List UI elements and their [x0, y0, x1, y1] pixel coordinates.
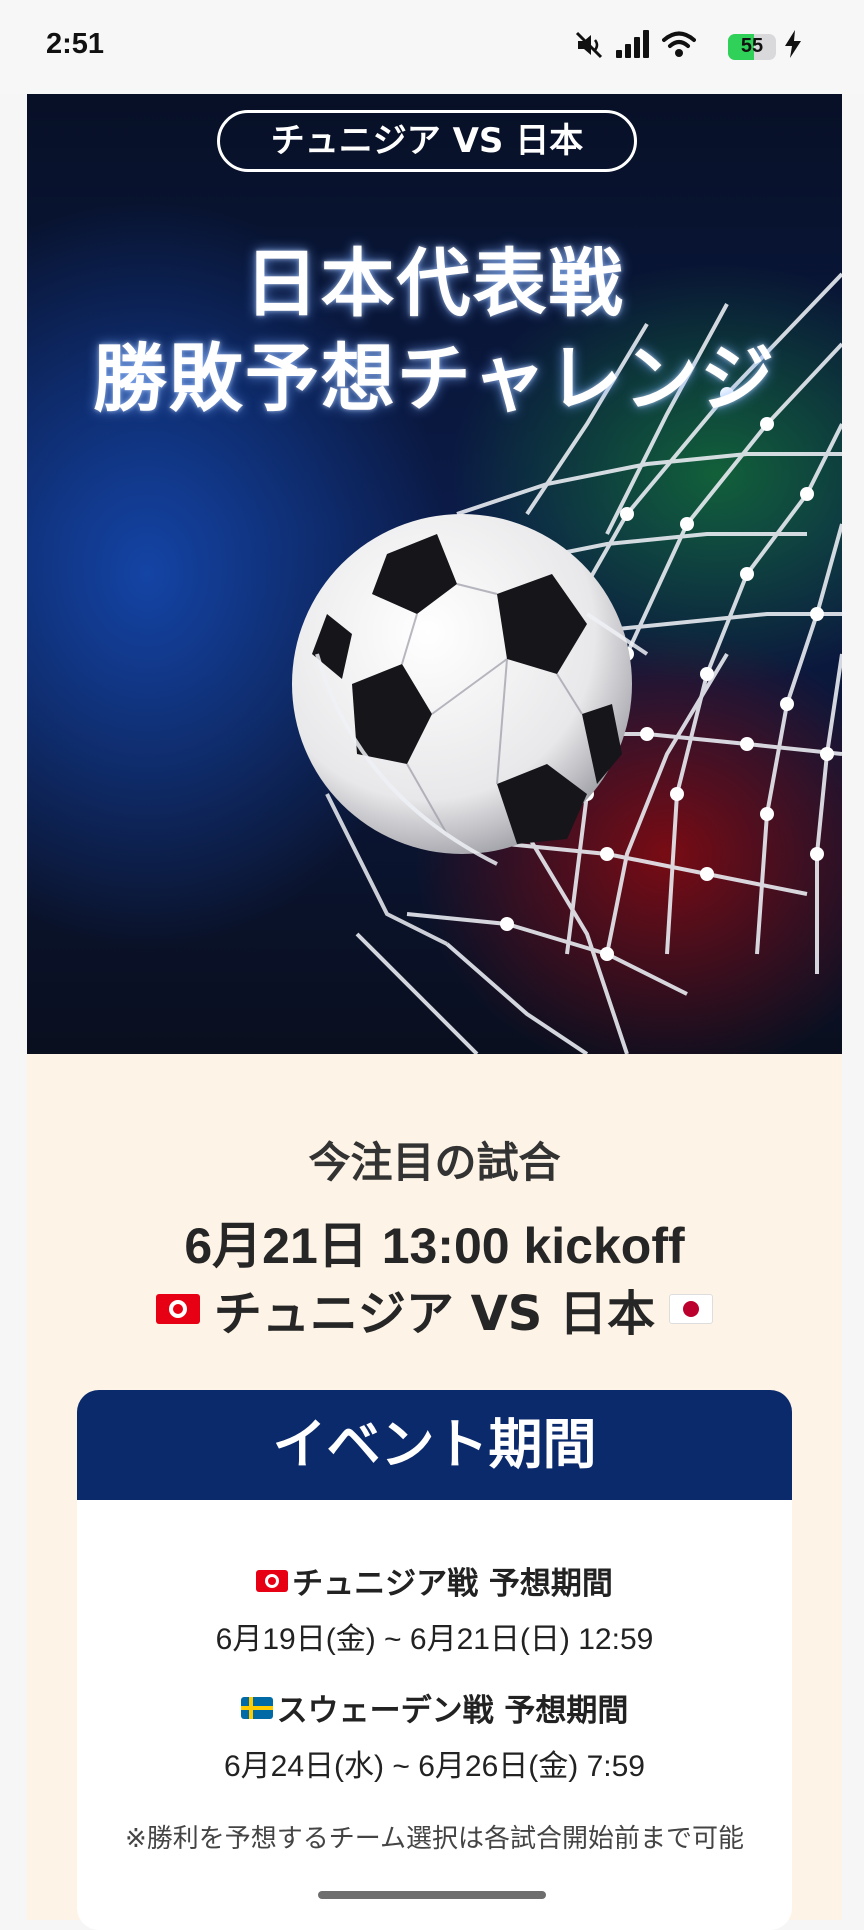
- matchup-text: チュニジア VS 日本: [213, 1286, 656, 1342]
- status-time: 2:51: [46, 28, 105, 60]
- sweden-flag-icon: [240, 1696, 273, 1719]
- period-title-text: チュニジア戦 予想期間: [292, 1566, 613, 1602]
- status-bar: 2:51 55: [0, 0, 864, 94]
- period-range-sweden: 6月24日(水) ~ 6月26日(金) 7:59: [224, 1750, 645, 1783]
- tunisia-flag-icon: [256, 1569, 289, 1592]
- featured-match-heading: 今注目の試合: [308, 1138, 561, 1187]
- kickoff-time: 6月21日 13:00 kickoff: [184, 1218, 685, 1274]
- tunisia-flag-icon: [155, 1294, 200, 1324]
- event-period-header: イベント期間: [77, 1390, 792, 1500]
- period-title-text: スウェーデン戦 予想期間: [276, 1693, 629, 1729]
- mute-icon: [575, 31, 603, 59]
- battery-level: 55: [740, 35, 764, 57]
- status-icons: 55: [574, 30, 804, 64]
- home-indicator[interactable]: [318, 1891, 546, 1899]
- page-content: チュニジア VS 日本 日本代表戦 勝敗予想チャレンジ 今注目の試合 6月21日…: [27, 94, 842, 1930]
- hero-title-line2: 勝敗予想チャレンジ: [92, 336, 777, 422]
- signal-icon: [616, 30, 649, 58]
- featured-matchup: チュニジア VS 日本: [27, 1274, 842, 1344]
- japan-flag-icon: [669, 1294, 714, 1324]
- selection-note: ※勝利を予想するチーム選択は各試合開始前まで可能: [124, 1824, 744, 1854]
- hero-banner: チュニジア VS 日本 日本代表戦 勝敗予想チャレンジ: [27, 94, 842, 1054]
- match-pill: チュニジア VS 日本: [217, 110, 637, 172]
- period-range-tunisia: 6月19日(金) ~ 6月21日(日) 12:59: [215, 1623, 654, 1656]
- wifi-icon: [662, 31, 696, 57]
- battery-icon: 55: [728, 34, 776, 60]
- period-title-tunisia: チュニジア戦 予想期間: [77, 1558, 792, 1603]
- event-period-card: イベント期間 チュニジア戦 予想期間 6月19日(金) ~ 6月21日(日) 1…: [77, 1390, 792, 1930]
- hero-title-line1: 日本代表戦: [244, 241, 625, 327]
- period-title-sweden: スウェーデン戦 予想期間: [77, 1685, 792, 1730]
- charging-bolt-icon: [785, 30, 801, 58]
